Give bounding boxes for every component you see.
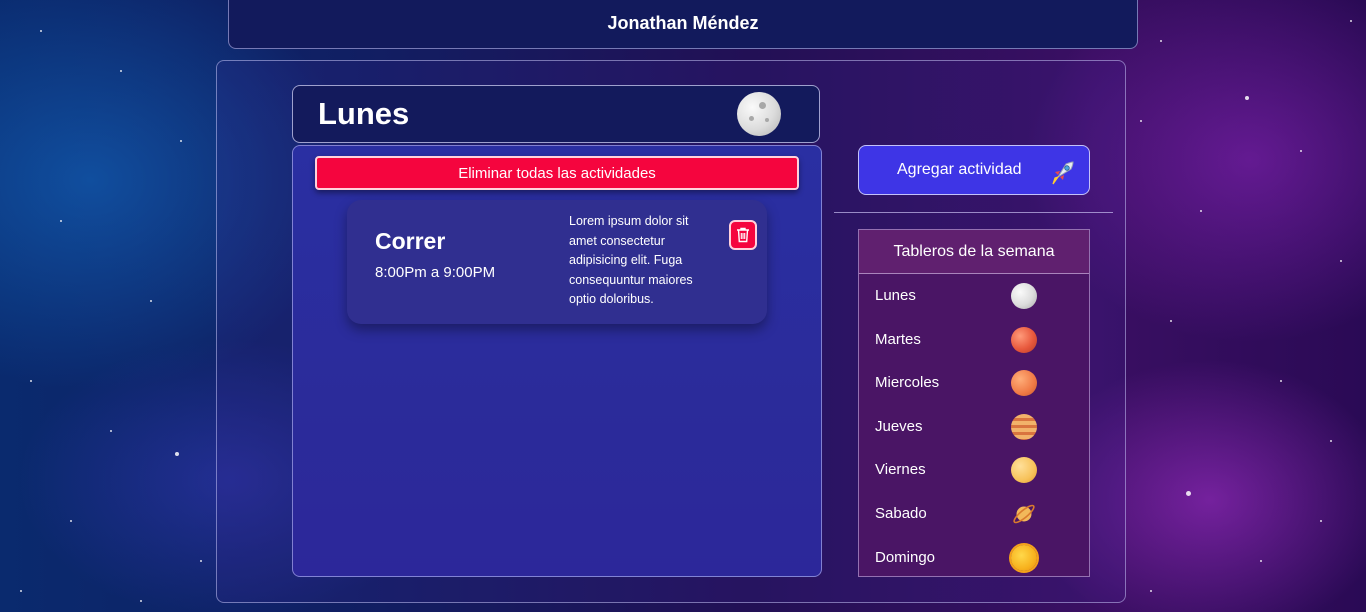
activity-card: Correr 8:00Pm a 9:00PM Lorem ipsum dolor… [347, 200, 767, 324]
day-title: Lunes [318, 96, 410, 131]
week-board-item-domingo[interactable]: Domingo [859, 536, 1089, 580]
week-boards-panel: Tableros de la semana Lunes Martes Mierc… [858, 229, 1090, 577]
week-board-item-jueves[interactable]: Jueves [859, 405, 1089, 449]
week-board-item-lunes[interactable]: Lunes [859, 274, 1089, 318]
week-board-label: Domingo [875, 548, 936, 566]
week-board-label: Martes [875, 330, 921, 348]
week-board-item-miercoles[interactable]: Miercoles [859, 361, 1089, 405]
week-board-label: Viernes [875, 461, 926, 479]
add-activity-label: Agregar actividad [897, 161, 1022, 178]
week-board-item-viernes[interactable]: Viernes [859, 448, 1089, 492]
delete-activity-button[interactable] [729, 220, 757, 250]
moon-icon [737, 92, 781, 136]
trash-icon [737, 227, 749, 243]
section-divider [834, 212, 1113, 213]
week-board-label: Jueves [875, 417, 923, 435]
week-board-item-martes[interactable]: Martes [859, 318, 1089, 362]
activity-description: Lorem ipsum dolor sit amet consectetur a… [569, 214, 693, 306]
venus-planet-icon [1011, 457, 1037, 484]
add-activity-button[interactable]: Agregar actividad [858, 145, 1090, 195]
saturn-planet-icon [1013, 504, 1035, 524]
user-name: Jonathan Méndez [607, 13, 759, 33]
activity-time: 8:00Pm a 9:00PM [375, 264, 496, 281]
activity-title: Correr [375, 228, 446, 254]
day-header: Lunes [292, 85, 820, 143]
moon-icon [1011, 283, 1037, 309]
week-boards-title: Tableros de la semana [859, 230, 1089, 274]
user-header: Jonathan Méndez [228, 0, 1138, 49]
mercury-planet-icon [1011, 370, 1037, 397]
rocket-icon [1052, 161, 1074, 185]
week-board-item-sabado[interactable]: Sabado [859, 492, 1089, 536]
clear-all-activities-button[interactable]: Eliminar todas las actividades [315, 156, 799, 190]
week-board-label: Lunes [875, 287, 916, 304]
jupiter-planet-icon [1011, 413, 1037, 440]
mars-planet-icon [1011, 326, 1037, 353]
week-board-label: Miercoles [875, 374, 940, 392]
sun-icon [1011, 544, 1037, 571]
week-board-label: Sabado [875, 504, 927, 522]
